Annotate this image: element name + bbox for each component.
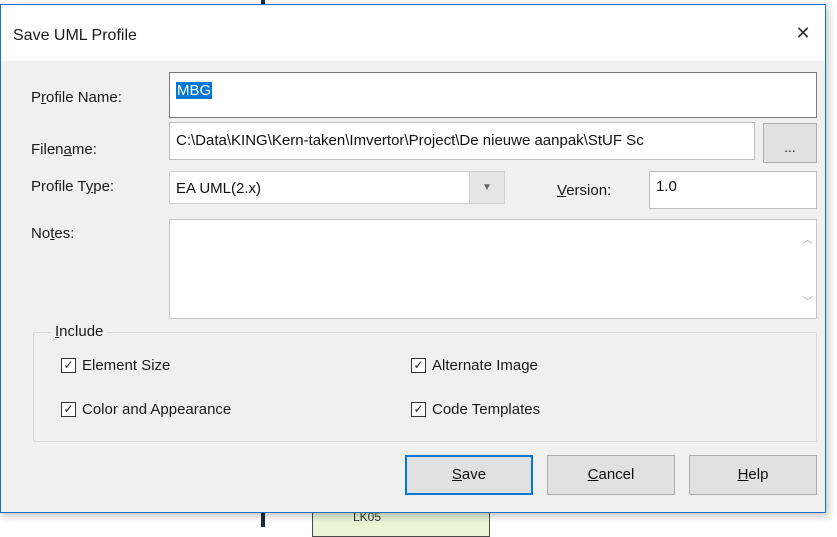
checkbox-label: Alternate Image	[432, 357, 538, 374]
profile-type-label: Profile Type:	[31, 178, 115, 195]
alternate-image-checkbox[interactable]: ✓ Alternate Image	[411, 357, 538, 374]
chevron-down-icon[interactable]: ▼	[469, 172, 504, 203]
notes-label: Notes:	[31, 225, 75, 242]
close-icon[interactable]: ✕	[793, 23, 813, 43]
dialog-title: Save UML Profile	[13, 27, 137, 44]
help-button[interactable]: Help	[689, 455, 817, 495]
profile-name-value: MBG	[176, 82, 213, 99]
save-button[interactable]: Save	[405, 455, 533, 495]
browse-button[interactable]: ...	[763, 123, 817, 163]
code-templates-checkbox[interactable]: ✓ Code Templates	[411, 401, 540, 418]
profile-name-input[interactable]: MBG	[169, 72, 817, 118]
check-icon[interactable]: ✓	[411, 402, 426, 417]
checkbox-label: Element Size	[82, 357, 171, 374]
version-input[interactable]: 1.0	[649, 171, 817, 209]
check-icon[interactable]: ✓	[61, 358, 76, 373]
cancel-button[interactable]: Cancel	[547, 455, 675, 495]
save-uml-profile-dialog: Save UML Profile ✕ Profile Name: MBG Fil…	[0, 4, 826, 513]
title-bar[interactable]: Save UML Profile ✕	[1, 5, 825, 61]
notes-textarea[interactable]	[169, 219, 817, 319]
scroll-up-icon[interactable]: ︿	[802, 231, 813, 247]
profile-type-value: EA UML(2.x)	[176, 180, 262, 197]
notes-scrollbar[interactable]: ︿ ﹀	[799, 219, 817, 319]
filename-label: Filename:	[31, 141, 97, 158]
element-size-checkbox[interactable]: ✓ Element Size	[61, 357, 170, 374]
filename-input[interactable]: C:\Data\KING\Kern-taken\Imvertor\Project…	[169, 122, 755, 160]
scroll-down-icon[interactable]: ﹀	[802, 293, 813, 309]
check-icon[interactable]: ✓	[411, 358, 426, 373]
checkbox-label: Color and Appearance	[82, 401, 232, 418]
check-icon[interactable]: ✓	[61, 402, 76, 417]
color-appearance-checkbox[interactable]: ✓ Color and Appearance	[61, 401, 231, 418]
include-legend: Include	[51, 323, 108, 340]
include-group	[33, 332, 817, 442]
checkbox-label: Code Templates	[432, 401, 541, 418]
version-label: Version:	[557, 182, 612, 199]
profile-type-select[interactable]: EA UML(2.x) ▼	[169, 171, 505, 204]
profile-name-label: Profile Name:	[31, 89, 122, 106]
